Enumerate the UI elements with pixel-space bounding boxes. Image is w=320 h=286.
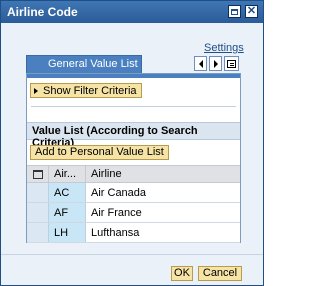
tab-panel: Show Filter Criteria Value List (Accordi…: [26, 73, 241, 243]
title-bar: Airline Code ✕: [1, 1, 263, 23]
airline-code-cell: AC: [49, 183, 86, 202]
chevron-left-icon: [198, 59, 203, 68]
row-selector[interactable]: [27, 183, 49, 202]
tab-list-icon: [227, 59, 236, 68]
value-list-table: Air... Airline AC Air Canada AF Air Fran…: [27, 165, 240, 243]
cancel-button[interactable]: Cancel: [198, 266, 242, 281]
tab-list-button[interactable]: [224, 56, 239, 71]
airline-name-cell: Air France: [91, 206, 142, 219]
tab-panel-band: [27, 74, 240, 78]
column-header-code[interactable]: Air...: [49, 166, 86, 182]
value-list-header: Value List (According to Search Criteria…: [27, 122, 240, 149]
airline-name-cell: Lufthansa: [91, 226, 140, 239]
ok-button[interactable]: OK: [171, 266, 193, 281]
airline-code-dialog: Airline Code ✕ Settings General Value Li…: [0, 0, 264, 286]
maximize-button[interactable]: [228, 5, 241, 18]
expand-arrow-icon: [34, 87, 38, 94]
close-icon: ✕: [246, 5, 257, 17]
add-to-personal-list-button[interactable]: Add to Personal Value List: [30, 145, 169, 160]
show-filter-criteria-button[interactable]: Show Filter Criteria: [30, 83, 142, 98]
tab-general-value-list[interactable]: General Value List: [26, 55, 142, 73]
row-selector[interactable]: [27, 223, 49, 242]
row-selector[interactable]: [27, 203, 49, 222]
divider: [31, 106, 236, 107]
airline-name-cell: Air Canada: [91, 186, 147, 199]
scroll-tabs-right-button[interactable]: [209, 56, 222, 71]
chevron-right-icon: [213, 59, 218, 68]
settings-link[interactable]: Settings: [204, 42, 244, 54]
table-header: Air... Airline: [27, 165, 240, 183]
scroll-tabs-left-button[interactable]: [194, 56, 207, 71]
maximize-icon: [231, 8, 238, 15]
airline-code-cell: LH: [49, 223, 86, 242]
table-row[interactable]: AC Air Canada: [27, 183, 240, 203]
footer-divider: [1, 254, 263, 255]
table-row[interactable]: LH Lufthansa: [27, 223, 240, 243]
show-filter-criteria-label: Show Filter Criteria: [43, 84, 137, 97]
tab-scroll-controls: [194, 56, 241, 72]
table-settings-icon: [32, 169, 43, 179]
airline-code-cell: AF: [49, 203, 86, 222]
window-title: Airline Code: [7, 5, 78, 19]
select-all-column[interactable]: [27, 166, 49, 182]
column-header-airline[interactable]: Airline: [86, 168, 122, 180]
table-row[interactable]: AF Air France: [27, 203, 240, 223]
close-button[interactable]: ✕: [245, 5, 258, 18]
